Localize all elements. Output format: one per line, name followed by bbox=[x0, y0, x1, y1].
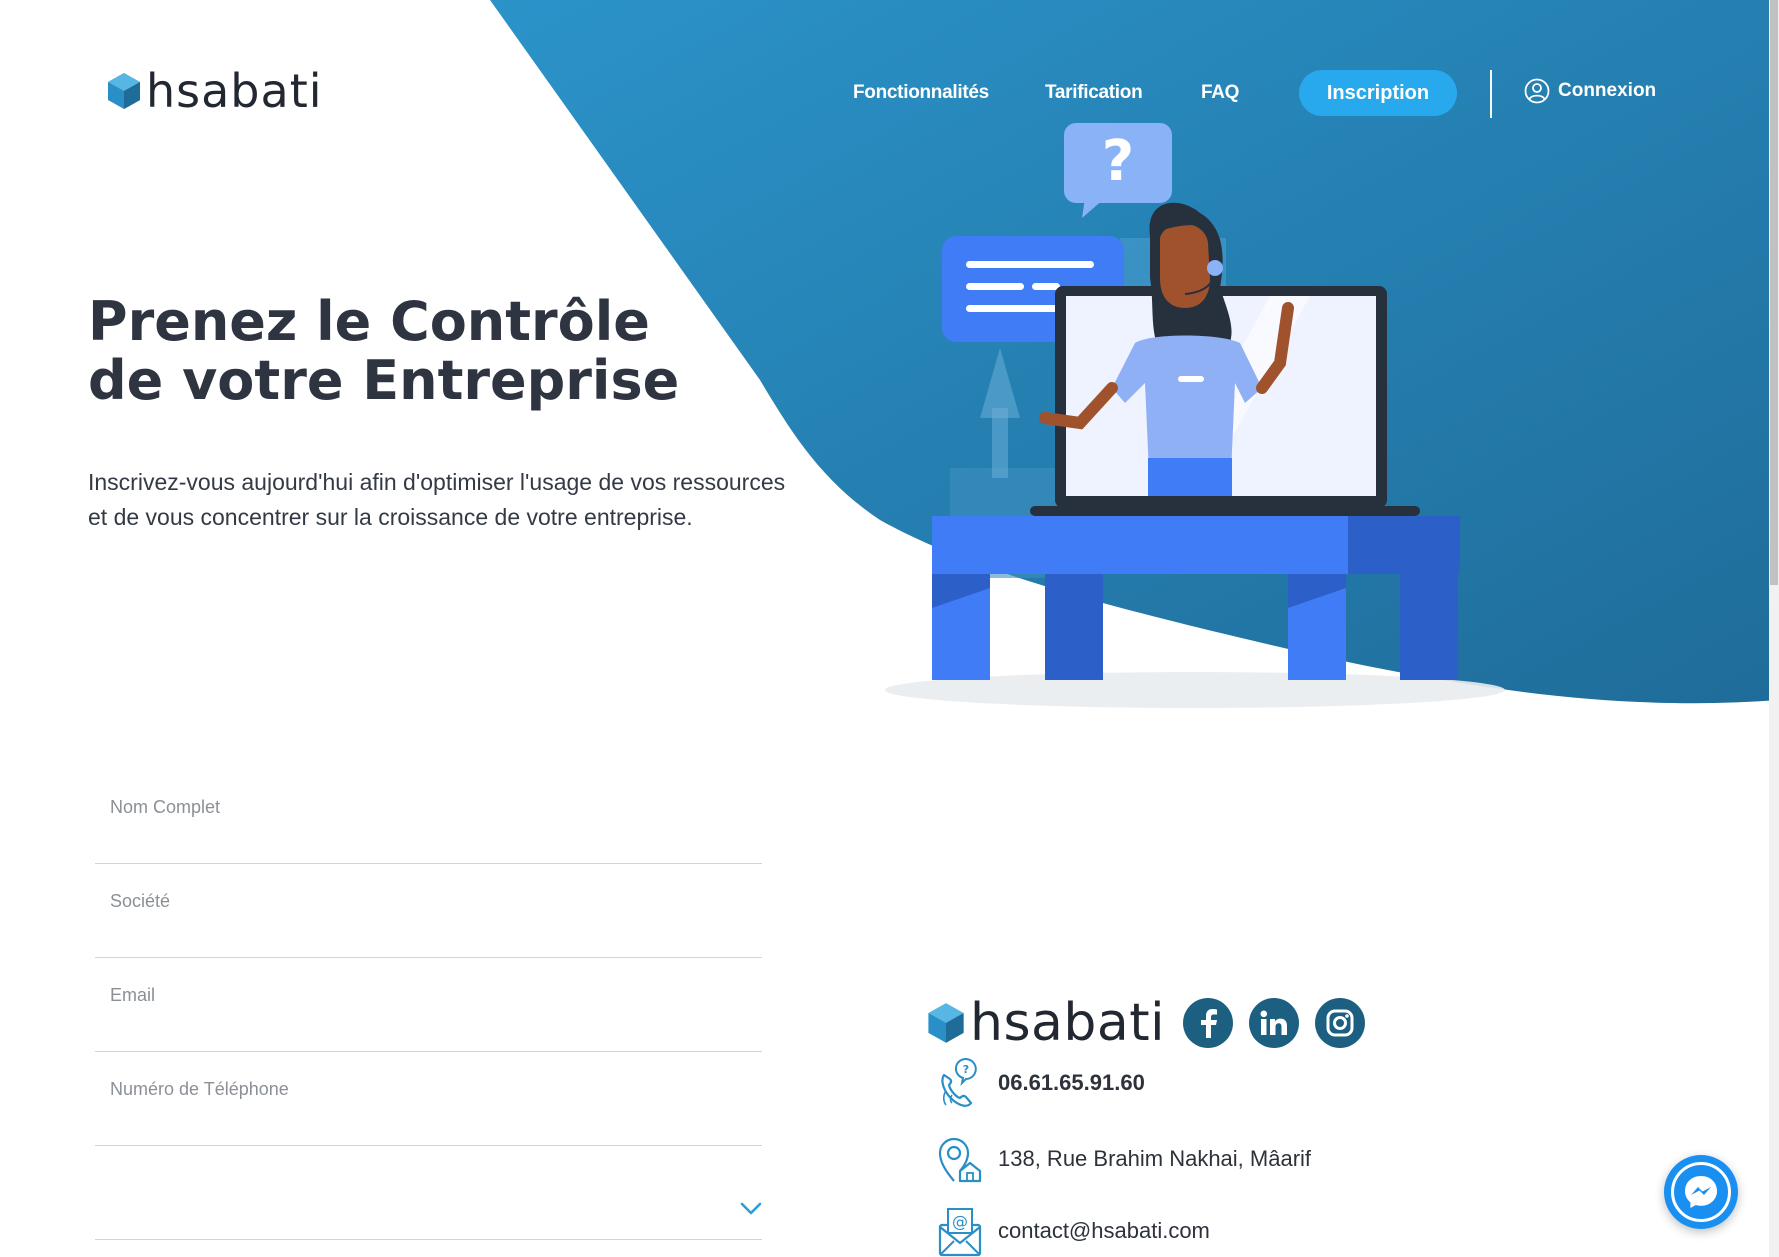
linkedin-icon[interactable] bbox=[1249, 998, 1300, 1048]
contact-address-text: 138, Rue Brahim Nakhai, Mâarif bbox=[998, 1146, 1312, 1171]
email-input[interactable] bbox=[108, 976, 732, 1014]
contact-block: hsabati ? 06.61.65.91.60 138, Rue Brahim… bbox=[926, 995, 1526, 1257]
nav-tarification[interactable]: Tarification bbox=[1045, 82, 1143, 104]
hexagon-logo-icon bbox=[928, 1003, 964, 1043]
contact-email[interactable]: @ contact@hsabati.com bbox=[936, 1205, 1210, 1257]
signup-form bbox=[95, 770, 762, 1240]
login-link[interactable]: Connexion bbox=[1524, 78, 1656, 104]
location-home-icon bbox=[938, 1137, 982, 1183]
contact-address: 138, Rue Brahim Nakhai, Mâarif bbox=[936, 1133, 1311, 1185]
footer-brand-row: hsabati bbox=[926, 995, 1526, 1051]
phone-input[interactable] bbox=[108, 1070, 732, 1108]
messenger-chat-button[interactable] bbox=[1664, 1155, 1738, 1229]
hero-title-line-1: Prenez le Contrôle bbox=[88, 290, 650, 353]
messenger-icon bbox=[1671, 1162, 1731, 1222]
hero-title: Prenez le Contrôle de votre Entreprise bbox=[88, 292, 728, 410]
contact-phone[interactable]: ? 06.61.65.91.60 bbox=[936, 1057, 1145, 1109]
page-scrollbar-thumb[interactable] bbox=[1770, 0, 1778, 585]
contact-phone-number: 06.61.65.91.60 bbox=[998, 1070, 1145, 1095]
nav-fonctionnalites[interactable]: Fonctionnalités bbox=[853, 82, 989, 104]
login-label: Connexion bbox=[1558, 80, 1657, 101]
hero-title-line-2: de votre Entreprise bbox=[88, 349, 680, 412]
hero-subtitle: Inscrivez-vous aujourd'hui afin d'optimi… bbox=[88, 469, 786, 530]
main-nav: Fonctionnalités Tarification FAQ Inscrip… bbox=[0, 68, 1779, 120]
full-name-field bbox=[95, 770, 762, 864]
signup-button[interactable]: Inscription bbox=[1299, 70, 1457, 116]
phone-help-icon: ? bbox=[941, 1058, 977, 1107]
phone-field bbox=[95, 1052, 762, 1146]
email-field bbox=[95, 958, 762, 1052]
contact-email-address: contact@hsabati.com bbox=[998, 1218, 1210, 1243]
instagram-icon[interactable] bbox=[1315, 998, 1366, 1048]
company-field bbox=[95, 864, 762, 958]
user-circle-icon bbox=[1524, 78, 1550, 104]
full-name-input[interactable] bbox=[108, 788, 732, 826]
company-input[interactable] bbox=[108, 882, 732, 920]
svg-text:@: @ bbox=[952, 1212, 968, 1231]
support-agent-illustration: ? bbox=[885, 123, 1505, 708]
chevron-down-icon bbox=[740, 1202, 762, 1215]
footer-brand-name: hsabati bbox=[970, 993, 1166, 1053]
facebook-icon[interactable] bbox=[1183, 998, 1234, 1048]
email-envelope-icon: @ bbox=[938, 1208, 982, 1257]
nav-divider bbox=[1490, 70, 1492, 118]
svg-text:?: ? bbox=[963, 1063, 969, 1076]
nav-faq[interactable]: FAQ bbox=[1201, 82, 1239, 104]
select-dropdown[interactable] bbox=[95, 1146, 762, 1240]
svg-text:?: ? bbox=[1102, 129, 1134, 194]
